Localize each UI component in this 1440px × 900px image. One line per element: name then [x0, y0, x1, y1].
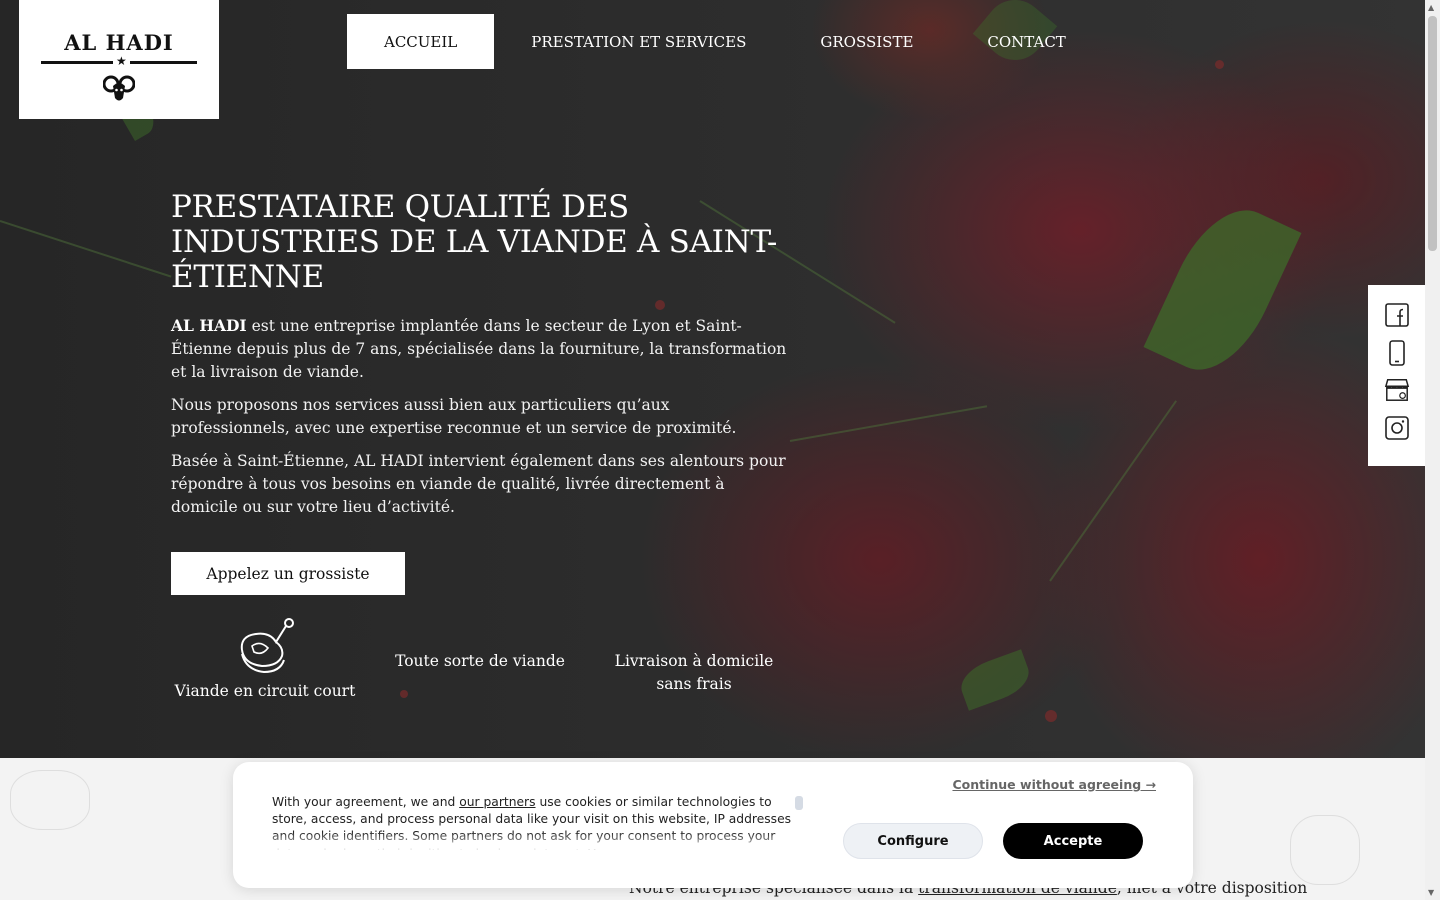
feature-label: Livraison à domicile sans frais: [614, 652, 774, 693]
nav-item-prestation[interactable]: PRESTATION ET SERVICES: [531, 14, 746, 69]
intro-text: est une entreprise implantée dans le sec…: [171, 317, 787, 381]
background-decoration: [10, 770, 90, 830]
page-title: PRESTATAIRE QUALITÉ DES INDUSTRIES DE LA…: [171, 189, 778, 295]
scrollbar-thumb[interactable]: [1428, 16, 1437, 251]
intro-brand: AL HADI: [171, 316, 247, 335]
instagram-icon[interactable]: [1384, 415, 1410, 441]
hero-intro: AL HADI est une entreprise implantée dan…: [171, 314, 791, 384]
store-icon[interactable]: [1384, 377, 1410, 403]
cookie-text-scrollbar[interactable]: [795, 796, 803, 810]
logo-text: AL HADI: [64, 30, 174, 55]
feature-toute-viande: Toute sorte de viande: [390, 650, 570, 673]
call-wholesaler-button[interactable]: Appelez un grossiste: [171, 552, 405, 595]
feature-label: Toute sorte de viande: [395, 652, 565, 670]
continue-without-agreeing-link[interactable]: Continue without agreeing →: [952, 777, 1156, 792]
hero-paragraph-2: Nous proposons nos services aussi bien a…: [171, 396, 737, 437]
social-sidebar: [1368, 285, 1425, 466]
our-partners-link[interactable]: our partners: [459, 795, 535, 809]
nav-item-accueil[interactable]: ACCUEIL: [347, 14, 495, 69]
meat-leg-icon: [240, 618, 294, 674]
cookie-consent-banner: Continue without agreeing → With your ag…: [233, 762, 1193, 888]
star-icon: ★: [113, 54, 130, 68]
feature-livraison: Livraison à domicile sans frais: [596, 650, 792, 696]
feature-label: Viande en circuit court: [174, 682, 356, 700]
scroll-down-arrow-icon[interactable]: ▼: [1428, 888, 1434, 897]
cookie-text-before: With your agreement, we and: [272, 795, 460, 809]
phone-icon[interactable]: [1384, 339, 1410, 366]
page-scrollbar[interactable]: ▲ ▼: [1425, 0, 1440, 900]
nav-item-grossiste[interactable]: GROSSISTE: [820, 14, 913, 69]
feature-circuit-court: Viande en circuit court: [171, 616, 359, 703]
hero-content: PRESTATAIRE QUALITÉ DES INDUSTRIES DE LA…: [171, 190, 791, 519]
nav-item-contact[interactable]: CONTACT: [987, 14, 1065, 69]
ram-head-icon: [103, 75, 135, 101]
configure-button[interactable]: Configure: [843, 823, 983, 859]
site-logo[interactable]: AL HADI ★: [19, 0, 219, 119]
background-decoration: [1290, 815, 1360, 885]
accept-button[interactable]: Accepte: [1003, 823, 1143, 859]
main-navigation: ACCUEIL PRESTATION ET SERVICES GROSSISTE…: [347, 14, 1066, 69]
cookie-text-fade: [272, 832, 792, 852]
facebook-icon[interactable]: [1384, 302, 1410, 328]
hero-paragraph-3: Basée à Saint-Étienne, AL HADI intervien…: [171, 452, 786, 516]
scroll-up-arrow-icon[interactable]: ▲: [1428, 3, 1434, 12]
